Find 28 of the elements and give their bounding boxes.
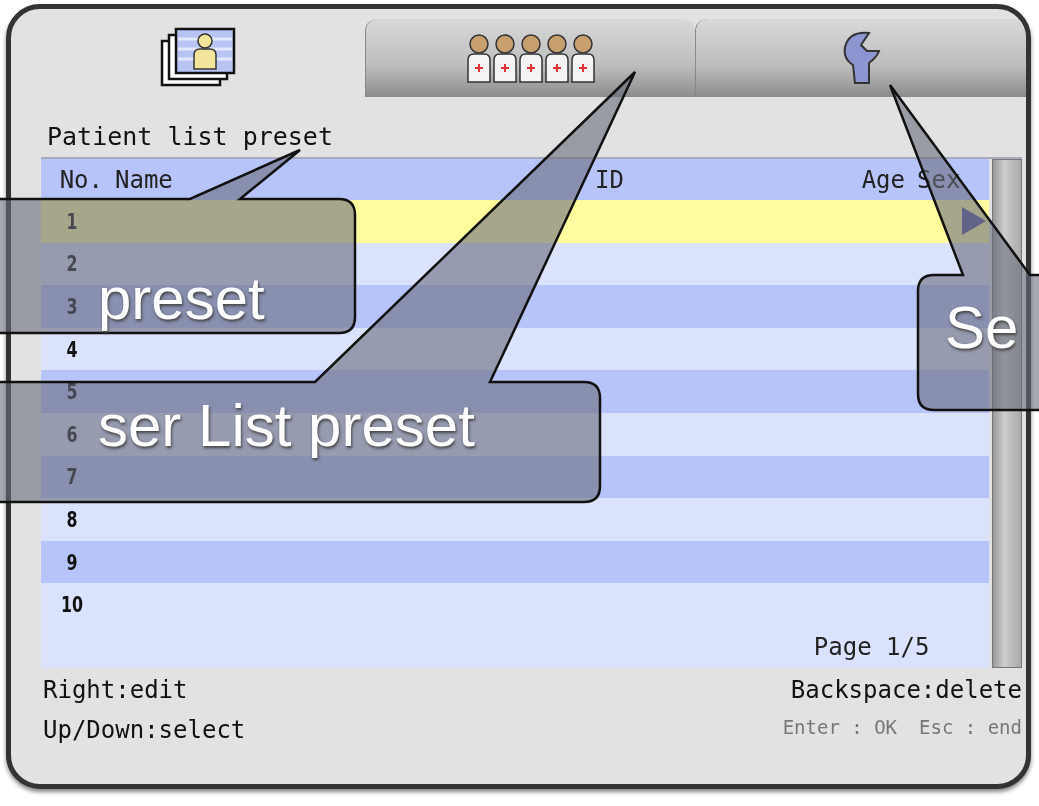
column-header: Name (115, 165, 174, 194)
row-number[interactable]: 10 (47, 592, 97, 618)
column-header: ID (595, 165, 625, 194)
key-hint: Enter : OK (782, 715, 898, 738)
key-hint: Esc : end (919, 715, 1022, 738)
play-icon (961, 206, 988, 236)
patients-icon (465, 32, 596, 84)
row-number[interactable]: 8 (47, 506, 97, 532)
column-header: No. (58, 165, 103, 194)
row-number[interactable]: 7 (47, 464, 97, 490)
row-number[interactable]: 3 (47, 294, 97, 319)
callout-text: preset (98, 269, 265, 329)
callout-text: Se (945, 298, 1019, 358)
key-hint: Backspace:delete (790, 675, 1022, 704)
screen-title: Patient list preset (46, 121, 334, 153)
row-number[interactable]: 1 (47, 208, 97, 234)
row-number[interactable]: 5 (47, 379, 97, 405)
column-header: Age (860, 165, 905, 194)
key-hint: Right:edit (43, 675, 189, 704)
key-hint: Up/Down:select (43, 715, 246, 744)
row-number[interactable]: 6 (47, 421, 97, 447)
row-number[interactable]: 4 (47, 336, 97, 362)
page-indicator: Page 1/5 (813, 632, 930, 661)
tab[interactable] (365, 19, 695, 97)
patient-card-icon (160, 27, 238, 89)
row-number[interactable]: 2 (47, 251, 97, 277)
callout-text: ser List preset (98, 396, 475, 456)
row-number[interactable]: 9 (47, 549, 97, 575)
